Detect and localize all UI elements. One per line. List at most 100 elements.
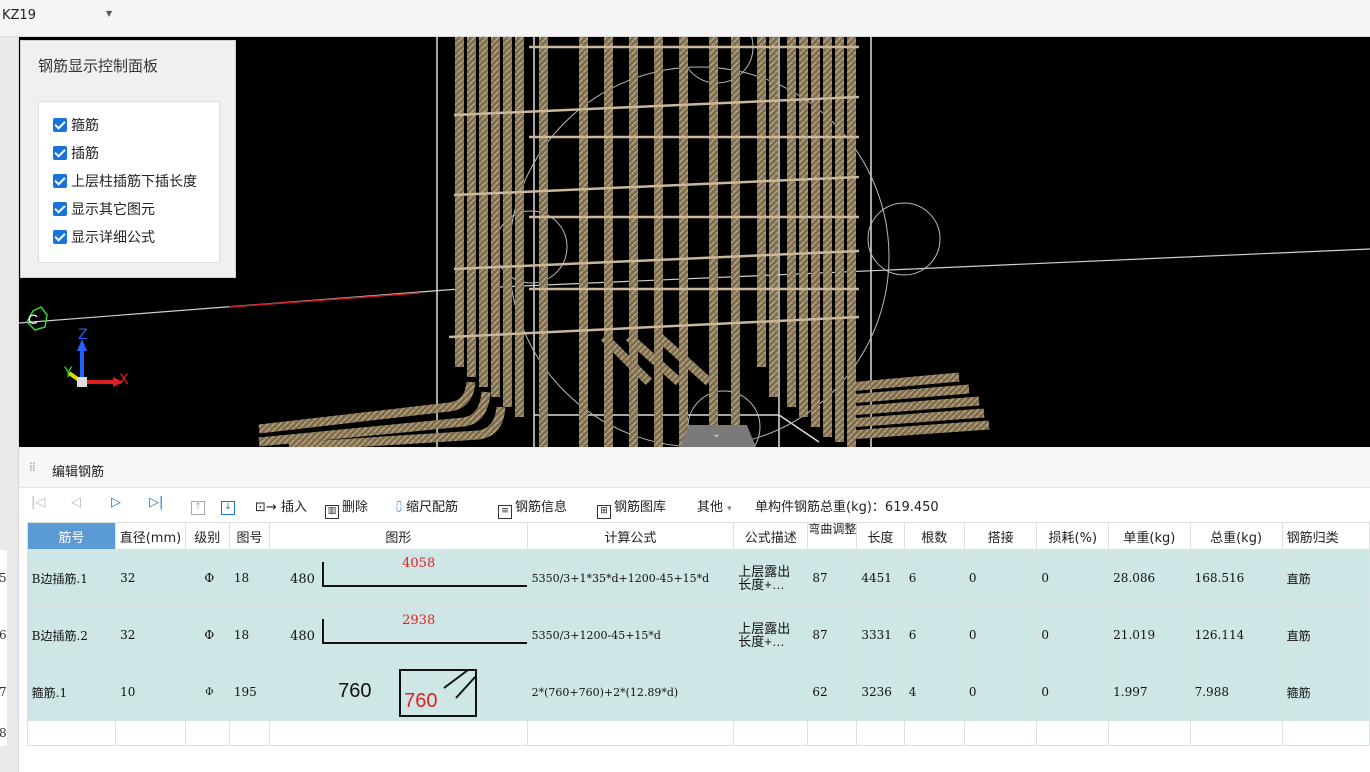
cell-formula-desc[interactable]: 上层露出 长度+… — [733, 549, 809, 607]
table-row[interactable]: 6 B边插筋.2 32 Φ 18 480 2938 5350/3+1200-45… — [0, 606, 1370, 664]
cell-shape[interactable]: 480 2938 — [269, 606, 528, 664]
last-row-icon[interactable]: ▷| — [149, 495, 163, 510]
scale-rebar-button[interactable]: ⩇ 缩尺配筋 — [396, 496, 458, 515]
first-row-icon[interactable]: |◁ — [31, 495, 45, 510]
option-dowel[interactable]: 插筋 — [53, 142, 99, 164]
cell-shape[interactable]: 760 760 — [269, 663, 528, 721]
option-upper-dowel-length[interactable]: 上层柱插筋下插长度 — [53, 170, 197, 192]
checkbox-checked-icon[interactable] — [53, 146, 67, 160]
cell-unit-weight[interactable]: 1.997 — [1108, 663, 1191, 721]
checkbox-checked-icon[interactable] — [53, 174, 67, 188]
cell-formula[interactable]: 5350/3+1*35*d+1200-45+15*d — [526, 549, 735, 607]
empty-cell[interactable] — [228, 720, 271, 746]
cell-loss[interactable]: 0 — [1036, 663, 1110, 721]
column-header[interactable]: 长度 — [856, 522, 905, 550]
insert-button[interactable]: ⊡→ 插入 — [255, 496, 307, 515]
cell-count[interactable]: 4 — [903, 663, 965, 721]
cell-figure-no[interactable]: 18 — [228, 606, 271, 664]
column-header[interactable]: 筋号 — [26, 522, 117, 550]
empty-cell[interactable] — [115, 720, 186, 746]
cell-lap[interactable]: 0 — [963, 549, 1038, 607]
empty-cell[interactable] — [269, 720, 528, 746]
cell-bend[interactable]: 62 — [807, 663, 858, 721]
rebar-library-button[interactable]: ⊞ 钢筋图库 — [597, 496, 666, 519]
cell-lap[interactable]: 0 — [963, 663, 1038, 721]
column-header[interactable]: 公式描述 — [733, 522, 809, 550]
empty-cell[interactable] — [856, 720, 905, 746]
checkbox-checked-icon[interactable] — [53, 202, 67, 216]
checkbox-checked-icon[interactable] — [53, 118, 67, 132]
table-row-empty[interactable]: 8 — [0, 720, 1370, 746]
prev-row-icon[interactable]: ◁ — [71, 495, 81, 510]
cell-diameter[interactable]: 10 — [115, 663, 186, 721]
option-stirrup[interactable]: 箍筋 — [53, 114, 99, 136]
empty-cell[interactable] — [963, 720, 1038, 746]
cell-formula[interactable]: 2*(760+760)+2*(12.89*d) — [526, 663, 735, 721]
next-row-icon[interactable]: ▷ — [111, 495, 121, 510]
column-header[interactable]: 钢筋归类 — [1281, 522, 1370, 550]
cell-grade[interactable]: Φ — [184, 549, 230, 607]
column-header[interactable]: 图号 — [228, 522, 271, 550]
cell-grade[interactable]: Φ — [184, 606, 230, 664]
empty-cell[interactable] — [1036, 720, 1110, 746]
column-header[interactable]: 搭接 — [963, 522, 1038, 550]
option-show-other-elements[interactable]: 显示其它图元 — [53, 198, 155, 220]
column-header[interactable]: 弯曲调整 — [807, 522, 858, 550]
rebar-info-button[interactable]: ≡ 钢筋信息 — [498, 496, 567, 519]
empty-cell[interactable] — [1281, 720, 1370, 746]
other-menu-button[interactable]: 其他 ▾ — [697, 496, 732, 515]
cell-diameter[interactable]: 32 — [115, 606, 186, 664]
empty-cell[interactable] — [733, 720, 809, 746]
cell-formula-desc[interactable] — [733, 663, 809, 721]
cell-bend[interactable]: 87 — [807, 549, 858, 607]
column-header[interactable]: 直径(mm) — [115, 522, 186, 550]
empty-cell[interactable] — [1108, 720, 1191, 746]
cell-length[interactable]: 4451 — [856, 549, 905, 607]
component-select[interactable]: KZ19 ▼ — [0, 6, 118, 28]
cell-length[interactable]: 3236 — [856, 663, 905, 721]
move-down-button[interactable]: ↓ — [221, 496, 238, 515]
column-header[interactable]: 损耗(%) — [1036, 522, 1110, 550]
column-header[interactable]: 图形 — [269, 522, 528, 550]
table-row[interactable]: 7 箍筋.1 10 Φ 195 760 760 2*(760+760)+2*(1… — [0, 663, 1370, 721]
column-header[interactable]: 根数 — [903, 522, 965, 550]
cell-type[interactable]: 直筋 — [1281, 549, 1370, 607]
cell-count[interactable]: 6 — [903, 549, 965, 607]
column-header[interactable]: 单重(kg) — [1108, 522, 1191, 550]
move-up-button[interactable]: ↑ — [191, 496, 208, 515]
column-header[interactable]: 计算公式 — [526, 522, 735, 550]
cell-figure-no[interactable]: 18 — [228, 549, 271, 607]
column-header[interactable]: 级别 — [184, 522, 230, 550]
cell-length[interactable]: 3331 — [856, 606, 905, 664]
cell-formula-desc[interactable]: 上层露出 长度+… — [733, 606, 809, 664]
table-row[interactable]: 5 B边插筋.1 32 Φ 18 480 4058 5350/3+1*35*d+… — [0, 549, 1370, 607]
cell-total-weight[interactable]: 7.988 — [1189, 663, 1283, 721]
empty-cell[interactable] — [26, 720, 117, 746]
cell-bend[interactable]: 87 — [807, 606, 858, 664]
cell-lap[interactable]: 0 — [963, 606, 1038, 664]
cell-diameter[interactable]: 32 — [115, 549, 186, 607]
cell-total-weight[interactable]: 126.114 — [1189, 606, 1283, 664]
cell-loss[interactable]: 0 — [1036, 549, 1110, 607]
empty-cell[interactable] — [903, 720, 965, 746]
cell-name[interactable]: 箍筋.1 — [26, 663, 117, 721]
empty-cell[interactable] — [526, 720, 735, 746]
cell-figure-no[interactable]: 195 — [228, 663, 271, 721]
cell-total-weight[interactable]: 168.516 — [1189, 549, 1283, 607]
cell-type[interactable]: 箍筋 — [1281, 663, 1370, 721]
cell-type[interactable]: 直筋 — [1281, 606, 1370, 664]
column-header[interactable]: 总重(kg) — [1189, 522, 1283, 550]
cell-count[interactable]: 6 — [903, 606, 965, 664]
empty-cell[interactable] — [807, 720, 858, 746]
viewport-collapse-tab[interactable]: ⌄ — [680, 425, 756, 447]
cell-shape[interactable]: 480 4058 — [269, 549, 528, 607]
checkbox-checked-icon[interactable] — [53, 230, 67, 244]
drag-grip-icon[interactable]: ⁞⁞ — [29, 460, 36, 474]
empty-cell[interactable] — [1189, 720, 1283, 746]
cell-grade[interactable]: Φ — [184, 663, 230, 721]
cell-name[interactable]: B边插筋.1 — [26, 549, 117, 607]
cell-name[interactable]: B边插筋.2 — [26, 606, 117, 664]
cell-unit-weight[interactable]: 28.086 — [1108, 549, 1191, 607]
cell-formula[interactable]: 5350/3+1200-45+15*d — [526, 606, 735, 664]
empty-cell[interactable] — [184, 720, 230, 746]
